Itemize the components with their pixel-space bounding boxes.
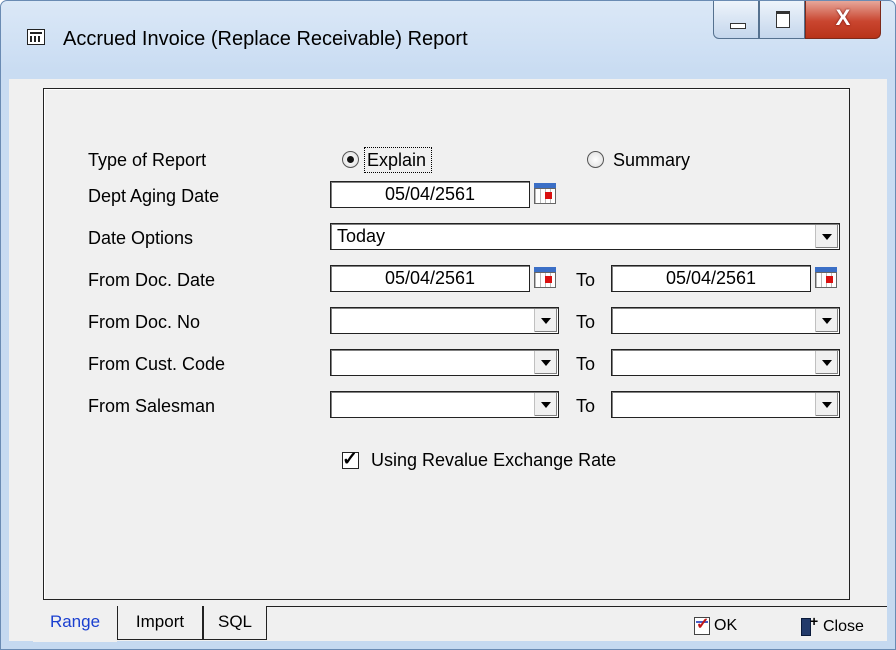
ok-icon <box>694 614 710 635</box>
from-cust-code-label: From Cust. Code <box>88 354 226 374</box>
from-salesman-label: From Salesman <box>88 396 216 416</box>
chevron-down-icon[interactable] <box>815 309 838 332</box>
dept-aging-date-input[interactable]: 05/04/2561 <box>330 181 530 208</box>
dept-aging-date-value: 05/04/2561 <box>384 184 476 204</box>
dept-aging-date-label: Dept Aging Date <box>88 186 220 206</box>
from-doc-date-value: 05/04/2561 <box>384 268 476 288</box>
from-salesman-value <box>331 394 337 414</box>
close-window-button[interactable]: X <box>805 1 881 39</box>
type-of-report-label: Type of Report <box>88 150 207 170</box>
summary-radio-label[interactable]: Summary <box>613 150 690 171</box>
summary-radio[interactable] <box>587 151 604 168</box>
from-doc-date-calendar-icon[interactable] <box>532 265 558 291</box>
minimize-icon <box>730 23 746 29</box>
close-icon: X <box>835 5 851 30</box>
tab-import[interactable]: Import <box>117 606 203 640</box>
ok-label: OK <box>714 617 738 634</box>
chevron-down-icon[interactable] <box>815 351 838 374</box>
to-doc-no-select[interactable] <box>611 307 840 334</box>
to-doc-date-calendar-icon[interactable] <box>813 265 839 291</box>
ok-button[interactable]: OK <box>694 614 738 635</box>
maximize-button[interactable] <box>759 1 805 39</box>
chevron-down-icon[interactable] <box>534 393 557 416</box>
to-doc-no-value <box>612 310 618 330</box>
date-options-select[interactable]: Today <box>330 223 840 250</box>
range-panel: Type of Report Explain Summary Dept Agin… <box>43 88 850 600</box>
explain-radio-label[interactable]: Explain <box>367 150 426 171</box>
from-cust-code-select[interactable] <box>330 349 559 376</box>
chevron-down-icon[interactable] <box>534 309 557 332</box>
revalue-checkbox[interactable]: ✓ <box>342 449 359 470</box>
title-bar: Accrued Invoice (Replace Receivable) Rep… <box>1 1 895 81</box>
tab-range[interactable]: Range <box>33 606 117 642</box>
chevron-down-icon[interactable] <box>815 225 838 248</box>
from-cust-code-value <box>331 352 337 372</box>
to-doc-date-label: To <box>576 270 596 290</box>
to-cust-code-value <box>612 352 618 372</box>
tab-sql[interactable]: SQL <box>203 606 267 640</box>
close-label: Close <box>823 618 864 635</box>
date-options-label: Date Options <box>88 228 194 248</box>
tab-strip <box>267 606 887 642</box>
maximize-icon <box>776 11 790 28</box>
window-controls: X <box>713 1 881 41</box>
to-salesman-label: To <box>576 396 596 416</box>
client-area: Type of Report Explain Summary Dept Agin… <box>9 79 887 642</box>
to-doc-date-value: 05/04/2561 <box>665 268 757 288</box>
from-doc-no-value <box>331 310 337 330</box>
explain-radio[interactable] <box>342 151 359 168</box>
to-cust-code-label: To <box>576 354 596 374</box>
to-salesman-value <box>612 394 618 414</box>
dept-aging-calendar-icon[interactable] <box>532 181 558 207</box>
date-options-value: Today <box>337 226 386 246</box>
report-window-icon <box>27 29 45 45</box>
to-cust-code-select[interactable] <box>611 349 840 376</box>
chevron-down-icon[interactable] <box>815 393 838 416</box>
minimize-button[interactable] <box>713 1 759 39</box>
from-doc-no-select[interactable] <box>330 307 559 334</box>
chevron-down-icon[interactable] <box>534 351 557 374</box>
to-doc-no-label: To <box>576 312 596 332</box>
report-window: Accrued Invoice (Replace Receivable) Rep… <box>0 0 896 650</box>
revalue-label[interactable]: Using Revalue Exchange Rate <box>371 450 616 471</box>
from-salesman-select[interactable] <box>330 391 559 418</box>
to-salesman-select[interactable] <box>611 391 840 418</box>
exit-door-icon <box>801 613 819 637</box>
from-doc-date-input[interactable]: 05/04/2561 <box>330 265 530 292</box>
from-doc-date-label: From Doc. Date <box>88 270 216 290</box>
checkmark-icon: ✓ <box>342 449 358 470</box>
from-doc-no-label: From Doc. No <box>88 312 201 332</box>
to-doc-date-input[interactable]: 05/04/2561 <box>611 265 811 292</box>
window-title: Accrued Invoice (Replace Receivable) Rep… <box>63 28 468 50</box>
close-button[interactable]: Close <box>801 613 864 637</box>
